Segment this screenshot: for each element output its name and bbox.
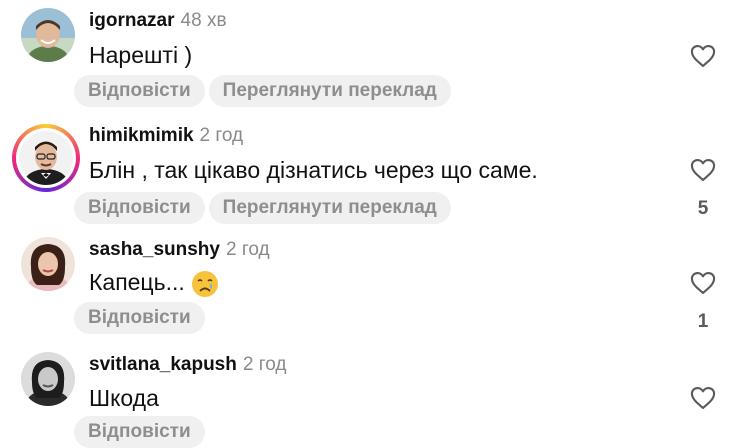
avatar: [19, 131, 73, 185]
comment-meta: igornazar 48 хв: [89, 10, 227, 32]
crying-face-icon: [191, 270, 218, 297]
username[interactable]: himikmimik: [89, 125, 194, 146]
comment-meta: himikmimik 2 год: [89, 125, 243, 147]
heart-outline-icon[interactable]: [688, 42, 718, 70]
see-translation-button[interactable]: Переглянути переклад: [208, 75, 451, 107]
comment-text: Шкода: [89, 385, 159, 411]
reply-button[interactable]: Відповісти: [74, 75, 205, 107]
heart-outline-icon[interactable]: [688, 156, 718, 184]
username[interactable]: svitlana_kapush: [89, 354, 237, 375]
heart-outline-icon[interactable]: [688, 384, 718, 412]
comment-meta: svitlana_kapush 2 год: [89, 354, 286, 376]
timestamp: 2 год: [242, 354, 287, 375]
avatar[interactable]: [21, 237, 75, 291]
like-count: 5: [697, 198, 709, 219]
timestamp: 48 хв: [180, 10, 227, 31]
comment-text: Блін , так цікаво дізнатись через що сам…: [89, 157, 538, 183]
comment-actions: Відповісти Переглянути переклад: [74, 75, 451, 107]
comment-text: Капець...: [89, 269, 219, 298]
like-count: 1: [697, 311, 709, 332]
timestamp: 2 год: [199, 125, 244, 146]
reply-button[interactable]: Відповісти: [74, 192, 205, 224]
see-translation-button[interactable]: Переглянути переклад: [208, 192, 451, 224]
comment-meta: sasha_sunshy 2 год: [89, 239, 270, 261]
comment-actions: Відповісти Переглянути переклад: [74, 192, 451, 224]
reply-button[interactable]: Відповісти: [74, 302, 205, 334]
username[interactable]: sasha_sunshy: [89, 239, 220, 260]
avatar[interactable]: [21, 352, 75, 406]
comment-text-content: Капець...: [89, 269, 185, 295]
comment-text: Нарешті ): [89, 42, 193, 68]
avatar-story-ring[interactable]: [12, 124, 80, 192]
heart-outline-icon[interactable]: [688, 269, 718, 297]
comment-actions: Відповісти: [74, 416, 205, 448]
comment-actions: Відповісти: [74, 302, 205, 334]
reply-button[interactable]: Відповісти: [74, 416, 205, 448]
timestamp: 2 год: [225, 239, 270, 260]
username[interactable]: igornazar: [89, 10, 175, 31]
avatar[interactable]: [21, 8, 75, 62]
